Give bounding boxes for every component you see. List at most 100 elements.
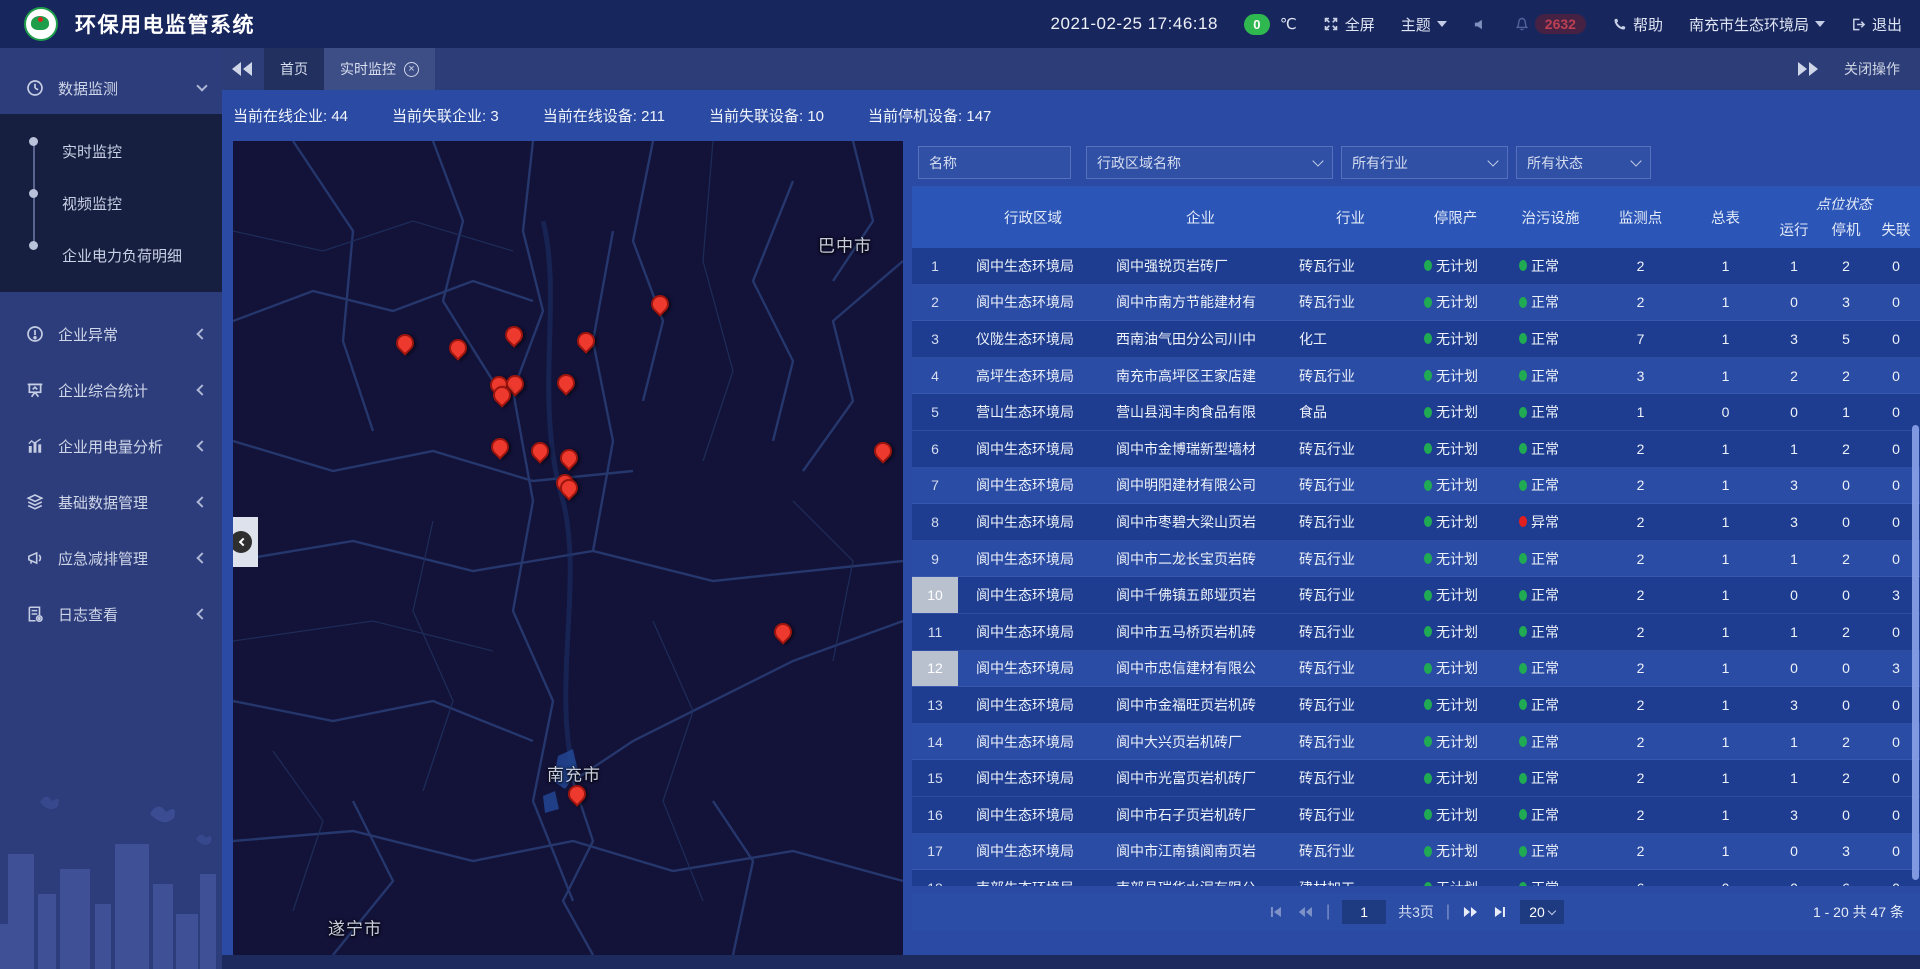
map-pin[interactable]: [870, 438, 895, 463]
theme-dropdown[interactable]: 主题: [1401, 14, 1447, 35]
row-number: 18: [912, 870, 958, 886]
table-row[interactable]: 7 阆中生态环境局 阆中明阳建材有限公司 砖瓦行业 无计划 正常 2 1 3 0…: [912, 468, 1920, 505]
sidebar-item-enterprise-statistics[interactable]: 企业综合统计: [0, 362, 222, 418]
table-row[interactable]: 6 阆中生态环境局 阆中市金博瑞新型墙材 砖瓦行业 无计划 正常 2 1 1 2…: [912, 431, 1920, 468]
stat-item: 当前失联设备: 10: [709, 105, 824, 126]
sidebar-item-log-view[interactable]: 日志查看: [0, 586, 222, 642]
first-page-button[interactable]: [1268, 904, 1284, 920]
tabs-scroll-left-button[interactable]: [222, 48, 264, 90]
close-operations-button[interactable]: 关闭操作: [1844, 59, 1900, 79]
cell-limit-status: 无计划: [1408, 658, 1503, 678]
map-panel[interactable]: 巴中市南充市遂宁市: [233, 141, 903, 955]
page-size-select[interactable]: 20: [1520, 900, 1564, 924]
status-dot: [1424, 297, 1432, 308]
sound-toggle[interactable]: [1473, 17, 1488, 32]
table-row[interactable]: 14 阆中生态环境局 阆中大兴页岩机砖厂 砖瓦行业 无计划 正常 2 1 1 2…: [912, 724, 1920, 761]
map-pin[interactable]: [573, 328, 598, 353]
cell-stop-count: 5: [1820, 331, 1872, 347]
col-lost: 失联: [1872, 219, 1920, 240]
status-dot: [1424, 590, 1432, 601]
sidebar-item-power-usage-analysis[interactable]: 企业用电量分析: [0, 418, 222, 474]
table-row[interactable]: 17 阆中生态环境局 阆中市江南镇阆南页岩 砖瓦行业 无计划 正常 2 1 0 …: [912, 834, 1920, 871]
map-pin[interactable]: [556, 445, 581, 470]
status-dot: [1424, 553, 1432, 564]
cell-run-count: 0: [1768, 294, 1820, 310]
row-number: 6: [912, 431, 958, 467]
first-page-icon: [1268, 904, 1284, 920]
table-row[interactable]: 12 阆中生态环境局 阆中市忠信建材有限公 砖瓦行业 无计划 正常 2 1 0 …: [912, 651, 1920, 688]
table-row[interactable]: 8 阆中生态环境局 阆中市枣碧大梁山页岩 砖瓦行业 无计划 异常 2 1 3 0…: [912, 504, 1920, 541]
sidebar-item-enterprise-abnormal[interactable]: 企业异常: [0, 306, 222, 362]
close-icon[interactable]: ×: [404, 62, 419, 77]
map-pin[interactable]: [487, 434, 512, 459]
map-pin[interactable]: [501, 322, 526, 347]
map-pin[interactable]: [647, 291, 672, 316]
map-pin[interactable]: [553, 370, 578, 395]
col-facility: 治污设施: [1503, 186, 1598, 248]
last-page-button[interactable]: [1492, 904, 1508, 920]
cell-facility-status: 正常: [1503, 475, 1598, 495]
table-row[interactable]: 4 高坪生态环境局 南充市高坪区王家店建 砖瓦行业 无计划 正常 3 1 2 2…: [912, 358, 1920, 395]
tab-realtime-monitoring[interactable]: 实时监控 ×: [324, 48, 435, 90]
help-button[interactable]: 帮助: [1612, 14, 1663, 35]
bullet-dot-icon: [29, 137, 38, 146]
map-city-label: 巴中市: [818, 232, 872, 257]
double-right-arrow-icon[interactable]: [1796, 62, 1818, 76]
chevron-left-icon: [196, 328, 207, 339]
table-row[interactable]: 5 营山生态环境局 营山县润丰肉食品有限 食品 无计划 正常 1 0 0 1 0: [912, 394, 1920, 431]
next-page-button[interactable]: [1462, 904, 1480, 920]
sidebar-item-emergency-reduction[interactable]: 应急减排管理: [0, 530, 222, 586]
tab-home[interactable]: 首页: [264, 48, 324, 90]
cell-run-count: 3: [1768, 514, 1820, 530]
table-row[interactable]: 13 阆中生态环境局 阆中市金福旺页岩机砖 砖瓦行业 无计划 正常 2 1 3 …: [912, 687, 1920, 724]
table-row[interactable]: 11 阆中生态环境局 阆中市五马桥页岩机砖 砖瓦行业 无计划 正常 2 1 1 …: [912, 614, 1920, 651]
name-search-input[interactable]: 名称: [918, 146, 1071, 179]
cell-industry: 建材加工: [1293, 878, 1408, 886]
page-number-input[interactable]: 1: [1342, 900, 1386, 924]
user-org-dropdown[interactable]: 南充市生态环境局: [1689, 14, 1825, 35]
table-row[interactable]: 2 阆中生态环境局 阆中市南方节能建材有 砖瓦行业 无计划 正常 2 1 0 3…: [912, 285, 1920, 322]
table-row[interactable]: 9 阆中生态环境局 阆中市二龙长宝页岩砖 砖瓦行业 无计划 正常 2 1 1 2…: [912, 541, 1920, 578]
cell-region: 阆中生态环境局: [958, 256, 1108, 276]
cell-company: 阆中市忠信建材有限公: [1108, 658, 1293, 678]
cell-region: 阆中生态环境局: [958, 292, 1108, 312]
map-collapse-button[interactable]: [233, 517, 258, 567]
cell-company: 西南油气田分公司川中: [1108, 329, 1293, 349]
industry-select[interactable]: 所有行业: [1341, 146, 1508, 179]
datetime: 2021-02-25 17:46:18: [1051, 14, 1218, 34]
cell-monitor-points: 2: [1598, 477, 1683, 493]
sidebar-item-video-monitoring[interactable]: 视频监控: [0, 177, 222, 229]
table-row[interactable]: 15 阆中生态环境局 阆中市光富页岩机砖厂 砖瓦行业 无计划 正常 2 1 1 …: [912, 760, 1920, 797]
prev-page-button[interactable]: [1296, 904, 1314, 920]
cell-limit-status: 无计划: [1408, 549, 1503, 569]
col-company: 企业: [1108, 186, 1293, 248]
cell-company: 阆中市江南镇阆南页岩: [1108, 841, 1293, 861]
table-row[interactable]: 1 阆中生态环境局 阆中强锐页岩砖厂 砖瓦行业 无计划 正常 2 1 1 2 0: [912, 248, 1920, 285]
col-run: 运行: [1768, 219, 1820, 240]
sidebar-item-realtime-monitoring[interactable]: 实时监控: [0, 125, 222, 177]
sidebar-item-base-data-management[interactable]: 基础数据管理: [0, 474, 222, 530]
temperature-unit: ℃: [1280, 15, 1297, 33]
sidebar-item-data-monitoring[interactable]: 数据监测: [0, 62, 222, 114]
cell-monitor-points: 1: [1598, 404, 1683, 420]
cell-region: 阆中生态环境局: [958, 658, 1108, 678]
logout-button[interactable]: 退出: [1851, 14, 1902, 35]
table-row[interactable]: 18 南部生态环境局 南部县瑞华水泥有限公 建材加工 无计划 正常 6 0 0 …: [912, 870, 1920, 886]
map-pin[interactable]: [392, 330, 417, 355]
table-row[interactable]: 3 仪陇生态环境局 西南油气田分公司川中 化工 无计划 正常 7 1 3 5 0: [912, 321, 1920, 358]
table-row[interactable]: 16 阆中生态环境局 阆中市石子页岩机砖厂 砖瓦行业 无计划 正常 2 1 3 …: [912, 797, 1920, 834]
map-pin[interactable]: [770, 619, 795, 644]
notifications[interactable]: 2632: [1514, 14, 1586, 34]
fullscreen-button[interactable]: 全屏: [1323, 14, 1375, 35]
row-number: 5: [912, 394, 958, 430]
table-scrollbar[interactable]: [1912, 425, 1919, 880]
sidebar-item-power-load-detail[interactable]: 企业电力负荷明细: [0, 229, 222, 281]
cell-facility-status: 异常: [1503, 512, 1598, 532]
table-row[interactable]: 10 阆中生态环境局 阆中千佛镇五郎垭页岩 砖瓦行业 无计划 正常 2 1 0 …: [912, 577, 1920, 614]
status-select[interactable]: 所有状态: [1516, 146, 1651, 179]
temperature-badge: 0: [1244, 14, 1270, 35]
region-select[interactable]: 行政区域名称: [1086, 146, 1333, 179]
chevron-left-icon: [196, 608, 207, 619]
map-pin[interactable]: [445, 335, 470, 360]
map-pin[interactable]: [527, 438, 552, 463]
